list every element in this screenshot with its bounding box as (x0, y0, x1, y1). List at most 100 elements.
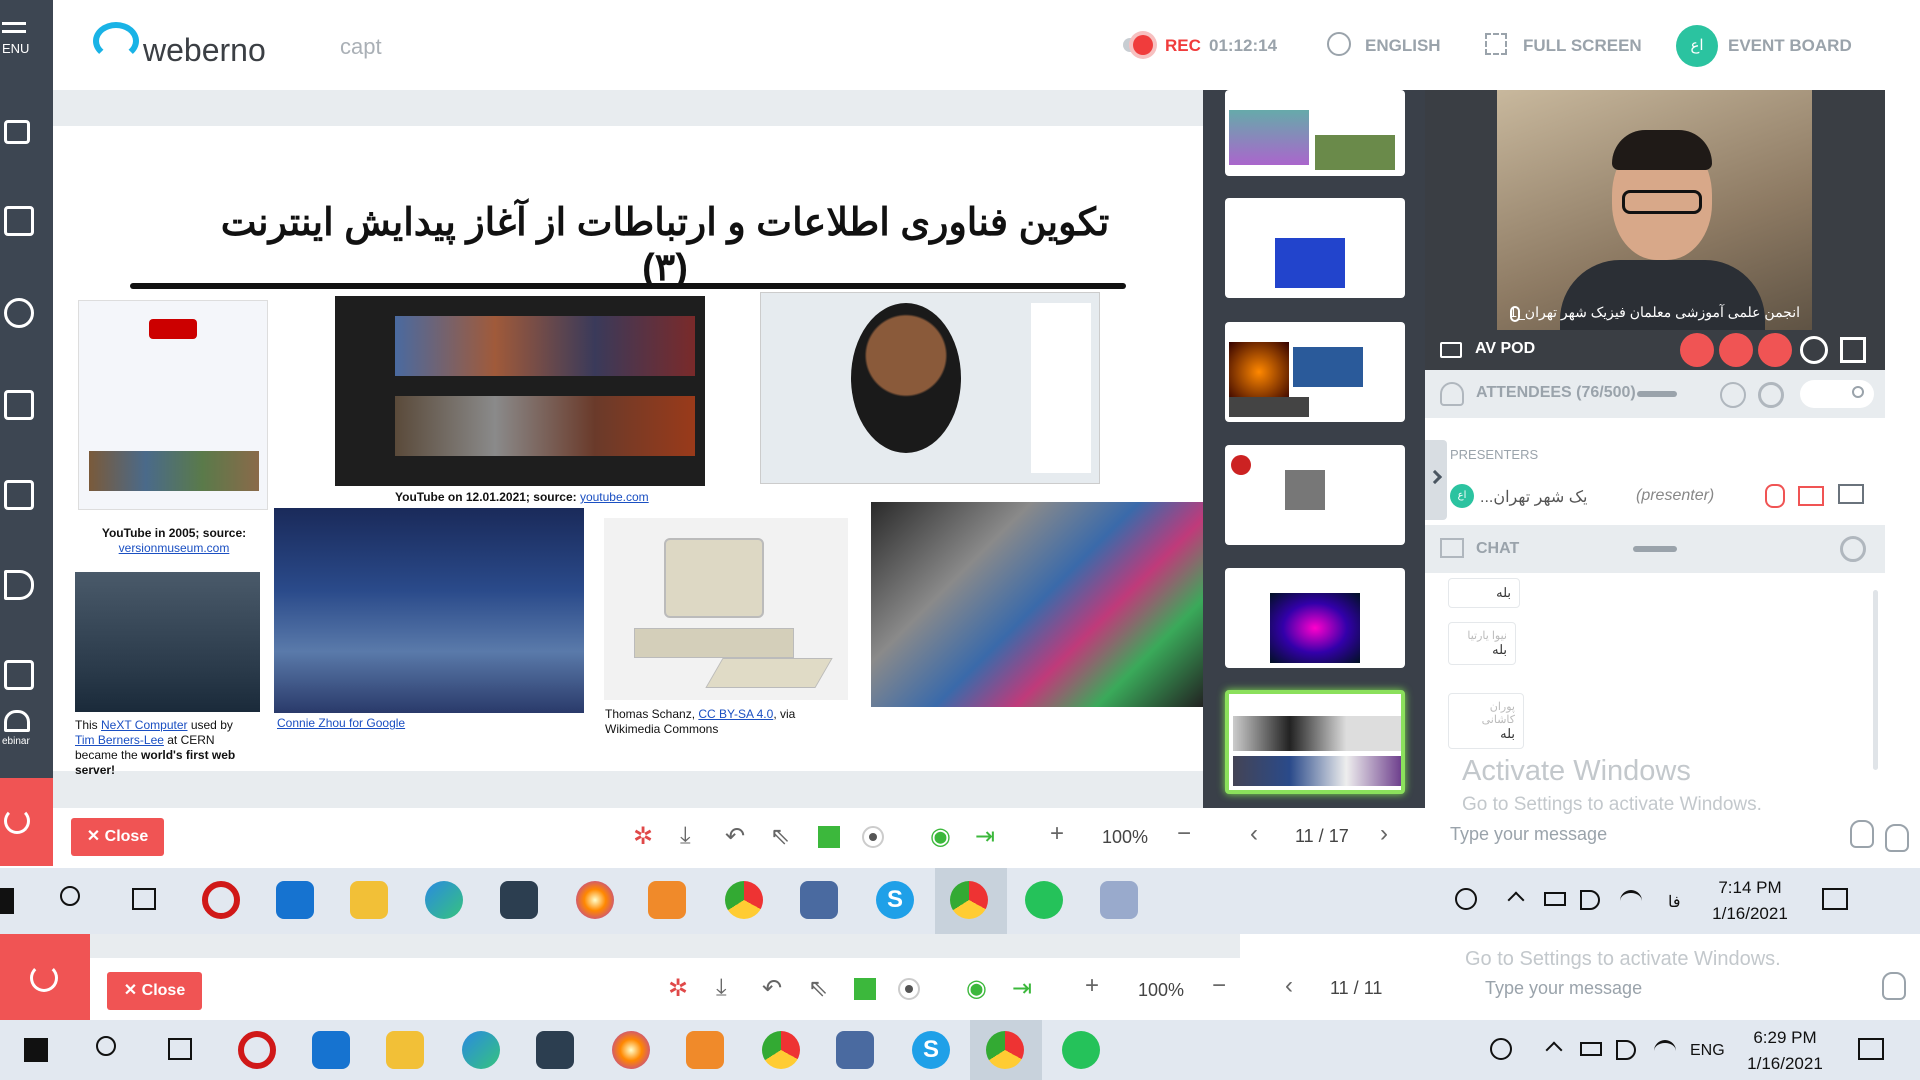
export-icon[interactable]: ⇥ (975, 822, 995, 851)
chrome-icon[interactable] (725, 881, 763, 919)
collapse-panel-handle[interactable] (1425, 440, 1447, 520)
chat-message-input-2[interactable]: Type your message (1485, 978, 1642, 999)
megaphone-icon[interactable] (4, 570, 34, 600)
remote-desktop-icon[interactable] (836, 1031, 874, 1069)
add-attendee-icon[interactable] (1720, 382, 1746, 408)
download-icon[interactable]: ⤓ (716, 974, 727, 1002)
raise-hand-icon[interactable] (1850, 820, 1874, 848)
remote-desktop-icon[interactable] (800, 881, 838, 919)
mic-off-button[interactable] (1719, 333, 1753, 367)
thumbnail-slide-9[interactable] (1225, 445, 1405, 545)
raise-hand-icon-3[interactable] (1882, 972, 1906, 1000)
pen-icon[interactable] (4, 298, 34, 328)
mail-icon[interactable] (276, 881, 314, 919)
edge-icon[interactable] (462, 1031, 500, 1069)
poll-icon[interactable] (4, 480, 34, 510)
store-icon[interactable] (500, 881, 538, 919)
battery-icon[interactable] (1544, 892, 1566, 906)
input-language[interactable]: ENG (1690, 1042, 1725, 1060)
link-connie-zhou[interactable]: Connie Zhou for Google (277, 716, 405, 730)
search-taskbar-icon[interactable] (96, 1036, 116, 1056)
pointer-laser-icon[interactable]: ✲ (633, 822, 653, 851)
firefox-icon[interactable] (612, 1031, 650, 1069)
eye-visibility-icon[interactable]: ◉ (930, 822, 951, 851)
mail-icon[interactable] (312, 1031, 350, 1069)
wifi-icon[interactable] (1654, 1040, 1676, 1062)
skype-icon[interactable]: S (876, 881, 914, 919)
event-board-button[interactable]: EVENT BOARD (1728, 36, 1852, 56)
link-cc-by-sa[interactable]: CC BY-SA 4.0 (698, 707, 773, 721)
camera-icon[interactable] (4, 120, 30, 144)
chat-drag-handle[interactable] (1633, 546, 1677, 552)
store-icon[interactable] (536, 1031, 574, 1069)
brush-size-icon[interactable] (898, 978, 920, 1000)
chat-icon[interactable] (4, 660, 34, 690)
zoom-in-icon[interactable]: + (1050, 820, 1064, 848)
undo-icon[interactable]: ↶ (725, 822, 745, 851)
zoom-out-icon[interactable]: − (1212, 972, 1226, 1000)
color-swatch[interactable] (818, 826, 840, 848)
link-tim-berners-lee[interactable]: Tim Berners-Lee (75, 733, 164, 747)
next-page-icon[interactable]: › (1380, 820, 1388, 848)
clock-date[interactable]: 1/16/2021 (1735, 1054, 1835, 1074)
camera-off-button[interactable] (1680, 333, 1714, 367)
close-button[interactable]: ✕ Close (71, 818, 164, 856)
people-icon[interactable] (1490, 1038, 1512, 1060)
thumbnail-slide-6[interactable] (1225, 90, 1405, 176)
color-swatch[interactable] (854, 978, 876, 1000)
whatsapp-icon[interactable] (1025, 881, 1063, 919)
volume-icon[interactable] (1616, 1040, 1636, 1060)
presenter-camera-off-icon[interactable] (1798, 486, 1824, 506)
chrome-icon[interactable] (762, 1031, 800, 1069)
attendee-search-input[interactable] (1800, 380, 1874, 408)
link-versionmuseum[interactable]: versionmuseum.com (119, 541, 230, 555)
secondary-close-button[interactable]: ✕ Close (107, 972, 202, 1010)
chat-scrollbar[interactable] (1873, 590, 1878, 770)
task-view-icon[interactable] (168, 1038, 192, 1060)
paint-icon[interactable] (1100, 881, 1138, 919)
av-settings-gear-icon[interactable] (1800, 336, 1828, 364)
people-icon[interactable] (1455, 888, 1477, 910)
presentation-icon[interactable] (4, 206, 34, 236)
link-next-computer[interactable]: NeXT Computer (101, 718, 187, 732)
fullscreen-button[interactable]: FULL SCREEN (1523, 36, 1642, 56)
undo-icon[interactable]: ↶ (762, 974, 782, 1003)
power-button[interactable] (0, 778, 53, 866)
cursor-icon[interactable]: ⇖ (770, 822, 790, 851)
file-explorer-icon[interactable] (386, 1031, 424, 1069)
presenter-name[interactable]: ...یک شهر تهران (1480, 487, 1587, 507)
menu-button[interactable]: ENU (0, 22, 53, 56)
edge-icon[interactable] (425, 881, 463, 919)
export-icon[interactable]: ⇥ (1012, 974, 1032, 1003)
link-youtube[interactable]: youtube.com (580, 490, 649, 504)
av-expand-icon[interactable] (1840, 337, 1866, 363)
chrome-profile-icon[interactable] (950, 881, 988, 919)
clock-date[interactable]: 1/16/2021 (1700, 904, 1800, 924)
clock-time[interactable]: 7:14 PM (1700, 878, 1800, 898)
prev-page-icon[interactable]: ‹ (1285, 972, 1293, 1000)
windows-start-icon[interactable] (24, 1038, 48, 1062)
chrome-profile-icon[interactable] (986, 1031, 1024, 1069)
attendees-drag-handle[interactable] (1637, 391, 1677, 397)
cursor-icon[interactable]: ⇖ (808, 974, 828, 1003)
wifi-icon[interactable] (1620, 890, 1642, 912)
eye-visibility-icon[interactable]: ◉ (966, 974, 987, 1003)
chevron-up-icon[interactable] (1507, 891, 1525, 909)
presenter-screen-icon[interactable] (1838, 484, 1864, 504)
task-view-icon[interactable] (132, 888, 156, 910)
opera-icon[interactable] (202, 881, 240, 919)
webinar-button[interactable]: ebinar (0, 710, 53, 747)
presenter-mic-muted-icon[interactable] (1765, 484, 1785, 508)
prev-page-icon[interactable]: ‹ (1250, 820, 1258, 848)
clock-time[interactable]: 6:29 PM (1735, 1028, 1835, 1048)
download-icon[interactable]: ⤓ (680, 822, 691, 850)
volume-icon[interactable] (1580, 890, 1600, 910)
search-taskbar-icon[interactable] (60, 886, 80, 906)
pointer-laser-icon[interactable]: ✲ (668, 974, 688, 1003)
thumbnail-slide-7[interactable] (1225, 198, 1405, 298)
thumbnail-slide-11-active[interactable] (1225, 690, 1405, 794)
zoom-in-icon[interactable]: + (1085, 972, 1099, 1000)
attendees-settings-gear-icon[interactable] (1758, 382, 1784, 408)
battery-icon[interactable] (1580, 1042, 1602, 1056)
notification-icon[interactable] (1822, 888, 1848, 910)
